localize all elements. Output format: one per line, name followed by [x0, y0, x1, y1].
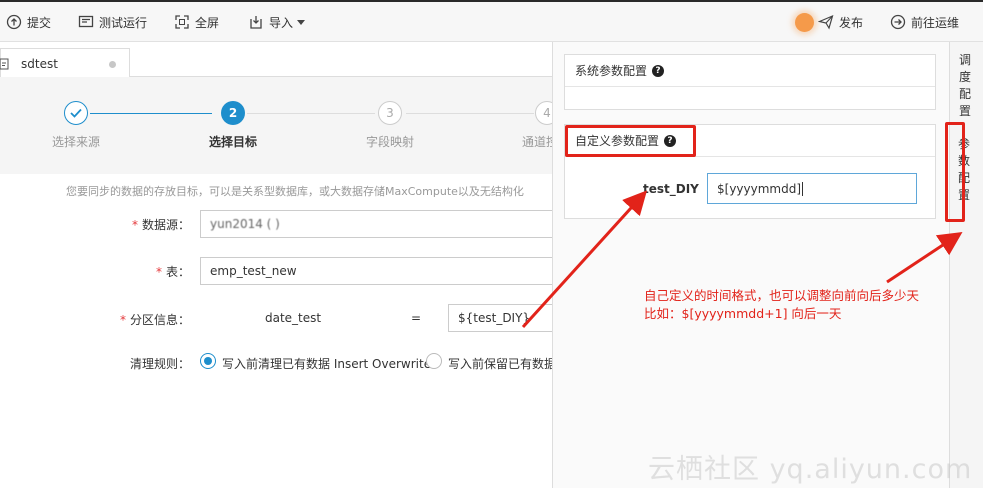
- annotation-line-1: 自己定义的时间格式，也可以调整向前向后多少天: [644, 288, 920, 303]
- app-root: 提交 测试运行 全屏 导入 发布 前往运维 sdtest 2 3 4 选择来源 …: [0, 0, 983, 488]
- annotation-arrows: [521, 190, 963, 329]
- annotation-line-2: 比如：$[yyyymmdd+1] 向后一天: [644, 306, 842, 321]
- arrow-to-param-input: [521, 190, 648, 329]
- arrow-to-param-tab: [886, 232, 963, 284]
- watermark: 云栖社区 yq.aliyun.com: [648, 454, 973, 485]
